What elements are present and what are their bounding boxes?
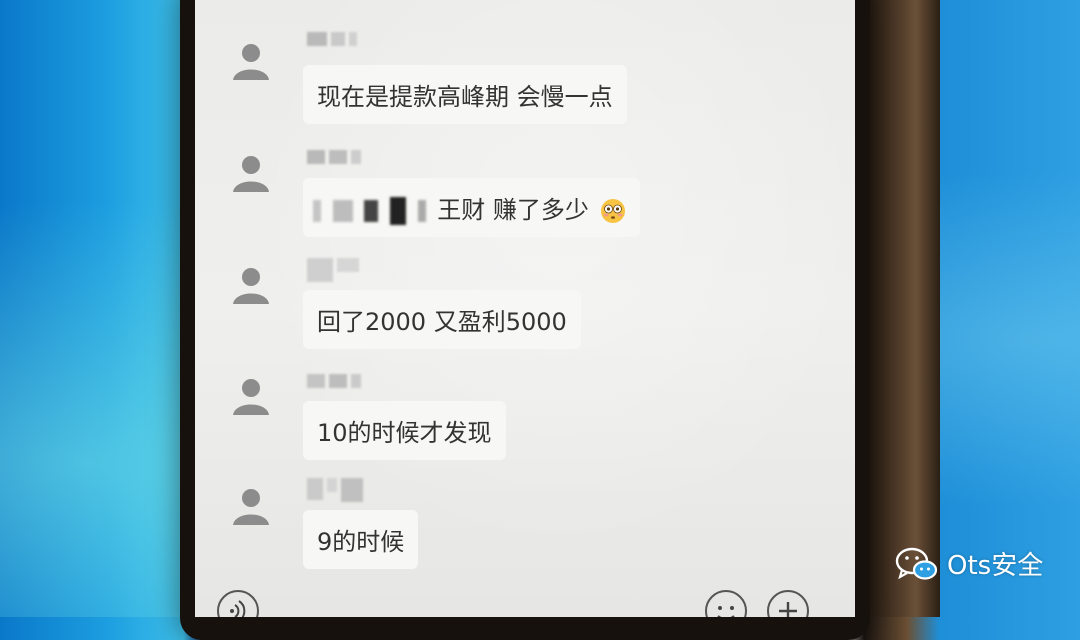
sender-name-blurred	[307, 258, 359, 282]
message-bubble[interactable]: 10的时候才发现	[303, 401, 506, 460]
sender-name-blurred	[307, 478, 363, 502]
watermark: Ots安全	[895, 545, 1043, 582]
default-avatar-icon	[233, 268, 269, 304]
sender-name-blurred	[307, 374, 361, 392]
default-avatar-icon	[233, 44, 269, 80]
plus-icon[interactable]	[767, 590, 809, 617]
sender-name-blurred	[307, 32, 357, 50]
wechat-icon	[895, 547, 938, 580]
voice-icon[interactable]	[217, 590, 259, 617]
default-avatar-icon	[233, 379, 269, 415]
message-bubble[interactable]: 回了2000 又盈利5000	[303, 290, 581, 349]
avatar[interactable]	[229, 373, 273, 417]
default-avatar-icon	[233, 489, 269, 525]
message-bubble[interactable]: 现在是提款高峰期 会慢一点	[303, 65, 627, 124]
watermark-text: Ots安全	[947, 551, 1044, 581]
avatar[interactable]	[229, 150, 273, 194]
avatar[interactable]	[229, 483, 273, 527]
default-avatar-icon	[233, 156, 269, 192]
redacted-text	[313, 200, 321, 222]
avatar[interactable]	[229, 262, 273, 306]
message-bubble[interactable]: 9的时候	[303, 510, 419, 569]
emoji-icon[interactable]	[705, 590, 747, 617]
sender-name-blurred	[307, 150, 361, 168]
message-text: 王财 赚了多少	[437, 196, 589, 224]
flushed-face-emoji-icon	[600, 198, 626, 224]
message-bubble[interactable]: 王财 赚了多少	[303, 178, 641, 237]
chat-screen: 现在是提款高峰期 会慢一点 王财 赚了多少 回了2000 又盈利5000 10的…	[195, 0, 855, 617]
phone-edge	[860, 0, 940, 617]
avatar[interactable]	[229, 38, 273, 82]
